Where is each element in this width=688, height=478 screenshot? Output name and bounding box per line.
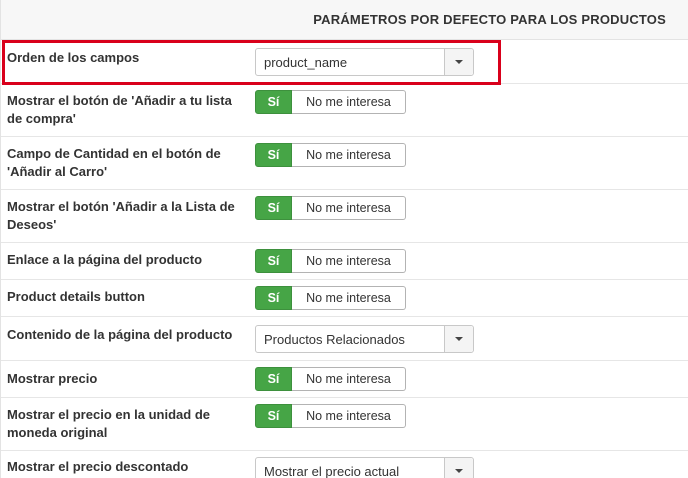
no-button[interactable]: No me interesa [292,196,406,220]
show-shopping-list-button-label: Mostrar el botón de 'Añadir a tu lista d… [7,93,232,126]
quantity-field-toggle: Sí No me interesa [255,143,406,167]
product-details-button-toggle: Sí No me interesa [255,286,406,310]
row-show-shopping-list-button: Mostrar el botón de 'Añadir a tu lista d… [1,84,688,137]
product-defaults-panel: PARÁMETROS POR DEFECTO PARA LOS PRODUCTO… [0,0,688,478]
product-page-link-label: Enlace a la página del producto [7,252,203,267]
yes-button[interactable]: Sí [255,143,292,167]
row-field-order: Orden de los campos product_name [1,40,688,84]
row-wishlist-button: Mostrar el botón 'Añadir a la Lista de D… [1,190,688,243]
product-page-link-toggle: Sí No me interesa [255,249,406,273]
original-currency-price-label: Mostrar el precio en la unidad de moneda… [7,407,210,440]
show-price-label: Mostrar precio [7,371,98,386]
wishlist-button-label: Mostrar el botón 'Añadir a la Lista de D… [7,199,235,232]
row-product-page-content: Contenido de la página del producto Prod… [1,317,688,361]
yes-button[interactable]: Sí [255,249,292,273]
product-page-content-label: Contenido de la página del producto [7,327,233,342]
no-button[interactable]: No me interesa [292,286,406,310]
row-quantity-field: Campo de Cantidad en el botón de 'Añadir… [1,137,688,190]
wishlist-button-toggle: Sí No me interesa [255,196,406,220]
row-discounted-price: Mostrar el precio descontado Mostrar el … [1,451,688,478]
row-product-details-button: Product details button Sí No me interesa [1,280,688,317]
product-page-content-value: Productos Relacionados [264,331,405,347]
discounted-price-select[interactable]: Mostrar el precio actual [255,457,474,478]
field-order-value: product_name [264,54,348,70]
row-original-currency-price: Mostrar el precio en la unidad de moneda… [1,398,688,451]
yes-button[interactable]: Sí [255,196,292,220]
product-page-content-select[interactable]: Productos Relacionados [255,325,474,353]
yes-button[interactable]: Sí [255,404,292,428]
field-order-select[interactable]: product_name [255,48,474,76]
show-shopping-list-button-toggle: Sí No me interesa [255,90,406,114]
no-button[interactable]: No me interesa [292,90,406,114]
no-button[interactable]: No me interesa [292,249,406,273]
no-button[interactable]: No me interesa [292,404,406,428]
chevron-down-icon[interactable] [444,49,473,75]
quantity-field-label: Campo de Cantidad en el botón de 'Añadir… [7,146,221,179]
panel-header: PARÁMETROS POR DEFECTO PARA LOS PRODUCTO… [1,0,688,40]
no-button[interactable]: No me interesa [292,367,406,391]
chevron-down-icon[interactable] [444,326,473,352]
field-order-label: Orden de los campos [7,50,140,65]
show-price-toggle: Sí No me interesa [255,367,406,391]
no-button[interactable]: No me interesa [292,143,406,167]
row-show-price: Mostrar precio Sí No me interesa [1,361,688,398]
yes-button[interactable]: Sí [255,286,292,310]
yes-button[interactable]: Sí [255,367,292,391]
yes-button[interactable]: Sí [255,90,292,114]
panel-title: PARÁMETROS POR DEFECTO PARA LOS PRODUCTO… [313,12,666,27]
product-details-button-label: Product details button [7,289,145,304]
discounted-price-value: Mostrar el precio actual [264,463,400,478]
row-product-page-link: Enlace a la página del producto Sí No me… [1,243,688,280]
original-currency-price-toggle: Sí No me interesa [255,404,406,428]
chevron-down-icon[interactable] [444,458,473,478]
discounted-price-label: Mostrar el precio descontado [7,459,189,474]
